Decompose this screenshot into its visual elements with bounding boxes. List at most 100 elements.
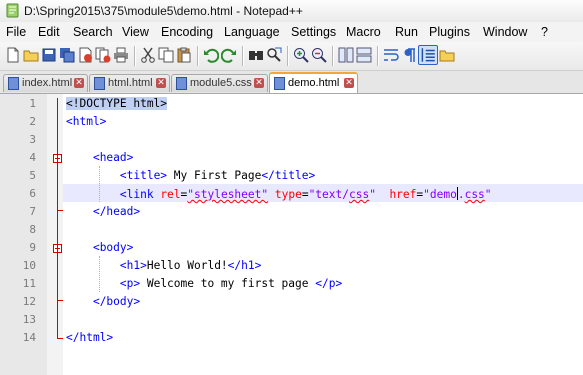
file-icon [176, 77, 187, 90]
replace-icon[interactable] [266, 47, 282, 63]
code-token: <head> [92, 151, 134, 164]
save-all-icon[interactable] [59, 47, 75, 63]
code-token: "stylesheet" [187, 188, 269, 201]
code-token: rel [160, 188, 181, 201]
menu-encoding[interactable]: Encoding [161, 25, 213, 39]
code-token: " [369, 188, 376, 201]
tab-close-icon[interactable]: ✕ [156, 78, 166, 88]
tab-demo-html[interactable]: demo.html ✕ [269, 72, 358, 93]
toolbar-separator [242, 46, 244, 66]
sync-horizontal-icon[interactable] [356, 47, 372, 63]
menu-settings[interactable]: Settings [291, 25, 336, 39]
show-all-chars-icon[interactable] [401, 47, 417, 63]
toolbar [0, 42, 583, 71]
code-line[interactable]: <body> [66, 241, 133, 254]
code-token: </body> [92, 295, 141, 308]
code-line[interactable]: </head> [66, 205, 140, 218]
tab-close-icon[interactable]: ✕ [344, 78, 354, 88]
code-line[interactable]: <html> [66, 115, 106, 128]
copy-icon[interactable] [158, 47, 174, 63]
toolbar-separator [134, 46, 136, 66]
menu-macro[interactable]: Macro [346, 25, 381, 39]
code-line[interactable]: <link rel="stylesheet" type="text/css" h… [66, 187, 492, 201]
code-token: css [348, 188, 370, 201]
line-number: 1 [29, 97, 36, 110]
code-editor[interactable]: <!DOCTYPE html> <html> <head> <title> My … [0, 94, 583, 375]
menu-bar: File Edit Search View Encoding Language … [0, 22, 583, 42]
menu-run[interactable]: Run [395, 25, 418, 39]
folder-icon[interactable] [439, 47, 455, 63]
menu-view[interactable]: View [122, 25, 149, 39]
code-line[interactable]: <!DOCTYPE html> [66, 97, 168, 110]
code-line[interactable]: <title> My First Page</title> [66, 169, 315, 182]
fold-margin [47, 94, 63, 375]
code-token: </title> [261, 169, 316, 182]
undo-icon[interactable] [203, 47, 219, 63]
fold-end [57, 338, 63, 339]
fold-line [57, 253, 58, 300]
indent-guide-icon[interactable] [418, 45, 438, 65]
toolbar-separator [287, 46, 289, 66]
line-number: 2 [29, 115, 36, 128]
line-number: 8 [29, 223, 36, 236]
tab-index-html[interactable]: index.html ✕ [3, 74, 88, 92]
menu-window[interactable]: Window [483, 25, 527, 39]
toolbar-separator [377, 46, 379, 66]
code-line[interactable]: </body> [66, 295, 140, 308]
tab-close-icon[interactable]: ✕ [254, 78, 264, 88]
code-line[interactable]: </html> [66, 331, 113, 344]
tab-html-html[interactable]: html.html ✕ [89, 74, 170, 92]
line-number: 3 [29, 133, 36, 146]
menu-plugins[interactable]: Plugins [429, 25, 470, 39]
cut-icon[interactable] [140, 47, 156, 63]
tab-label: html.html [108, 77, 153, 89]
code-token: <h1> [119, 259, 147, 272]
code-token: <body> [92, 241, 134, 254]
notepad-plus-plus-icon [6, 3, 19, 18]
line-number: 10 [22, 259, 36, 272]
zoom-in-icon[interactable] [293, 47, 309, 63]
line-number: 6 [29, 187, 36, 200]
word-wrap-icon[interactable] [383, 47, 399, 63]
find-icon[interactable] [248, 47, 264, 63]
new-file-icon[interactable] [5, 47, 21, 63]
redo-icon[interactable] [221, 47, 237, 63]
menu-language[interactable]: Language [224, 25, 280, 39]
code-token: . [457, 188, 465, 201]
tab-module5-css[interactable]: module5.css ✕ [171, 74, 268, 92]
menu-edit[interactable]: Edit [38, 25, 60, 39]
menu-search[interactable]: Search [73, 25, 113, 39]
code-token: <link [119, 188, 161, 201]
sync-vertical-icon[interactable] [338, 47, 354, 63]
line-number: 13 [22, 313, 36, 326]
line-number: 4 [29, 151, 36, 164]
open-folder-icon[interactable] [23, 47, 39, 63]
close-icon[interactable] [77, 47, 93, 63]
toolbar-separator [332, 46, 334, 66]
code-line[interactable]: <h1>Hello World!</h1> [66, 259, 261, 272]
tab-label: demo.html [288, 77, 340, 89]
code-token: <html> [66, 115, 107, 128]
fold-end [57, 210, 63, 211]
file-icon [94, 77, 105, 90]
code-token: = [301, 188, 309, 201]
tab-close-icon[interactable]: ✕ [74, 78, 84, 88]
menu-help[interactable]: ? [541, 25, 548, 39]
paste-icon[interactable] [176, 47, 192, 63]
menu-file[interactable]: File [6, 25, 26, 39]
code-line[interactable]: <p> Welcome to my first page </p> [66, 277, 342, 290]
close-all-icon[interactable] [95, 47, 111, 63]
line-number: 9 [29, 241, 36, 254]
save-icon[interactable] [41, 47, 57, 63]
print-icon[interactable] [113, 47, 129, 63]
code-token: My First Page [167, 169, 262, 182]
code-line[interactable]: <head> [66, 151, 133, 164]
zoom-out-icon[interactable] [311, 47, 327, 63]
code-token: </p> [315, 277, 343, 290]
